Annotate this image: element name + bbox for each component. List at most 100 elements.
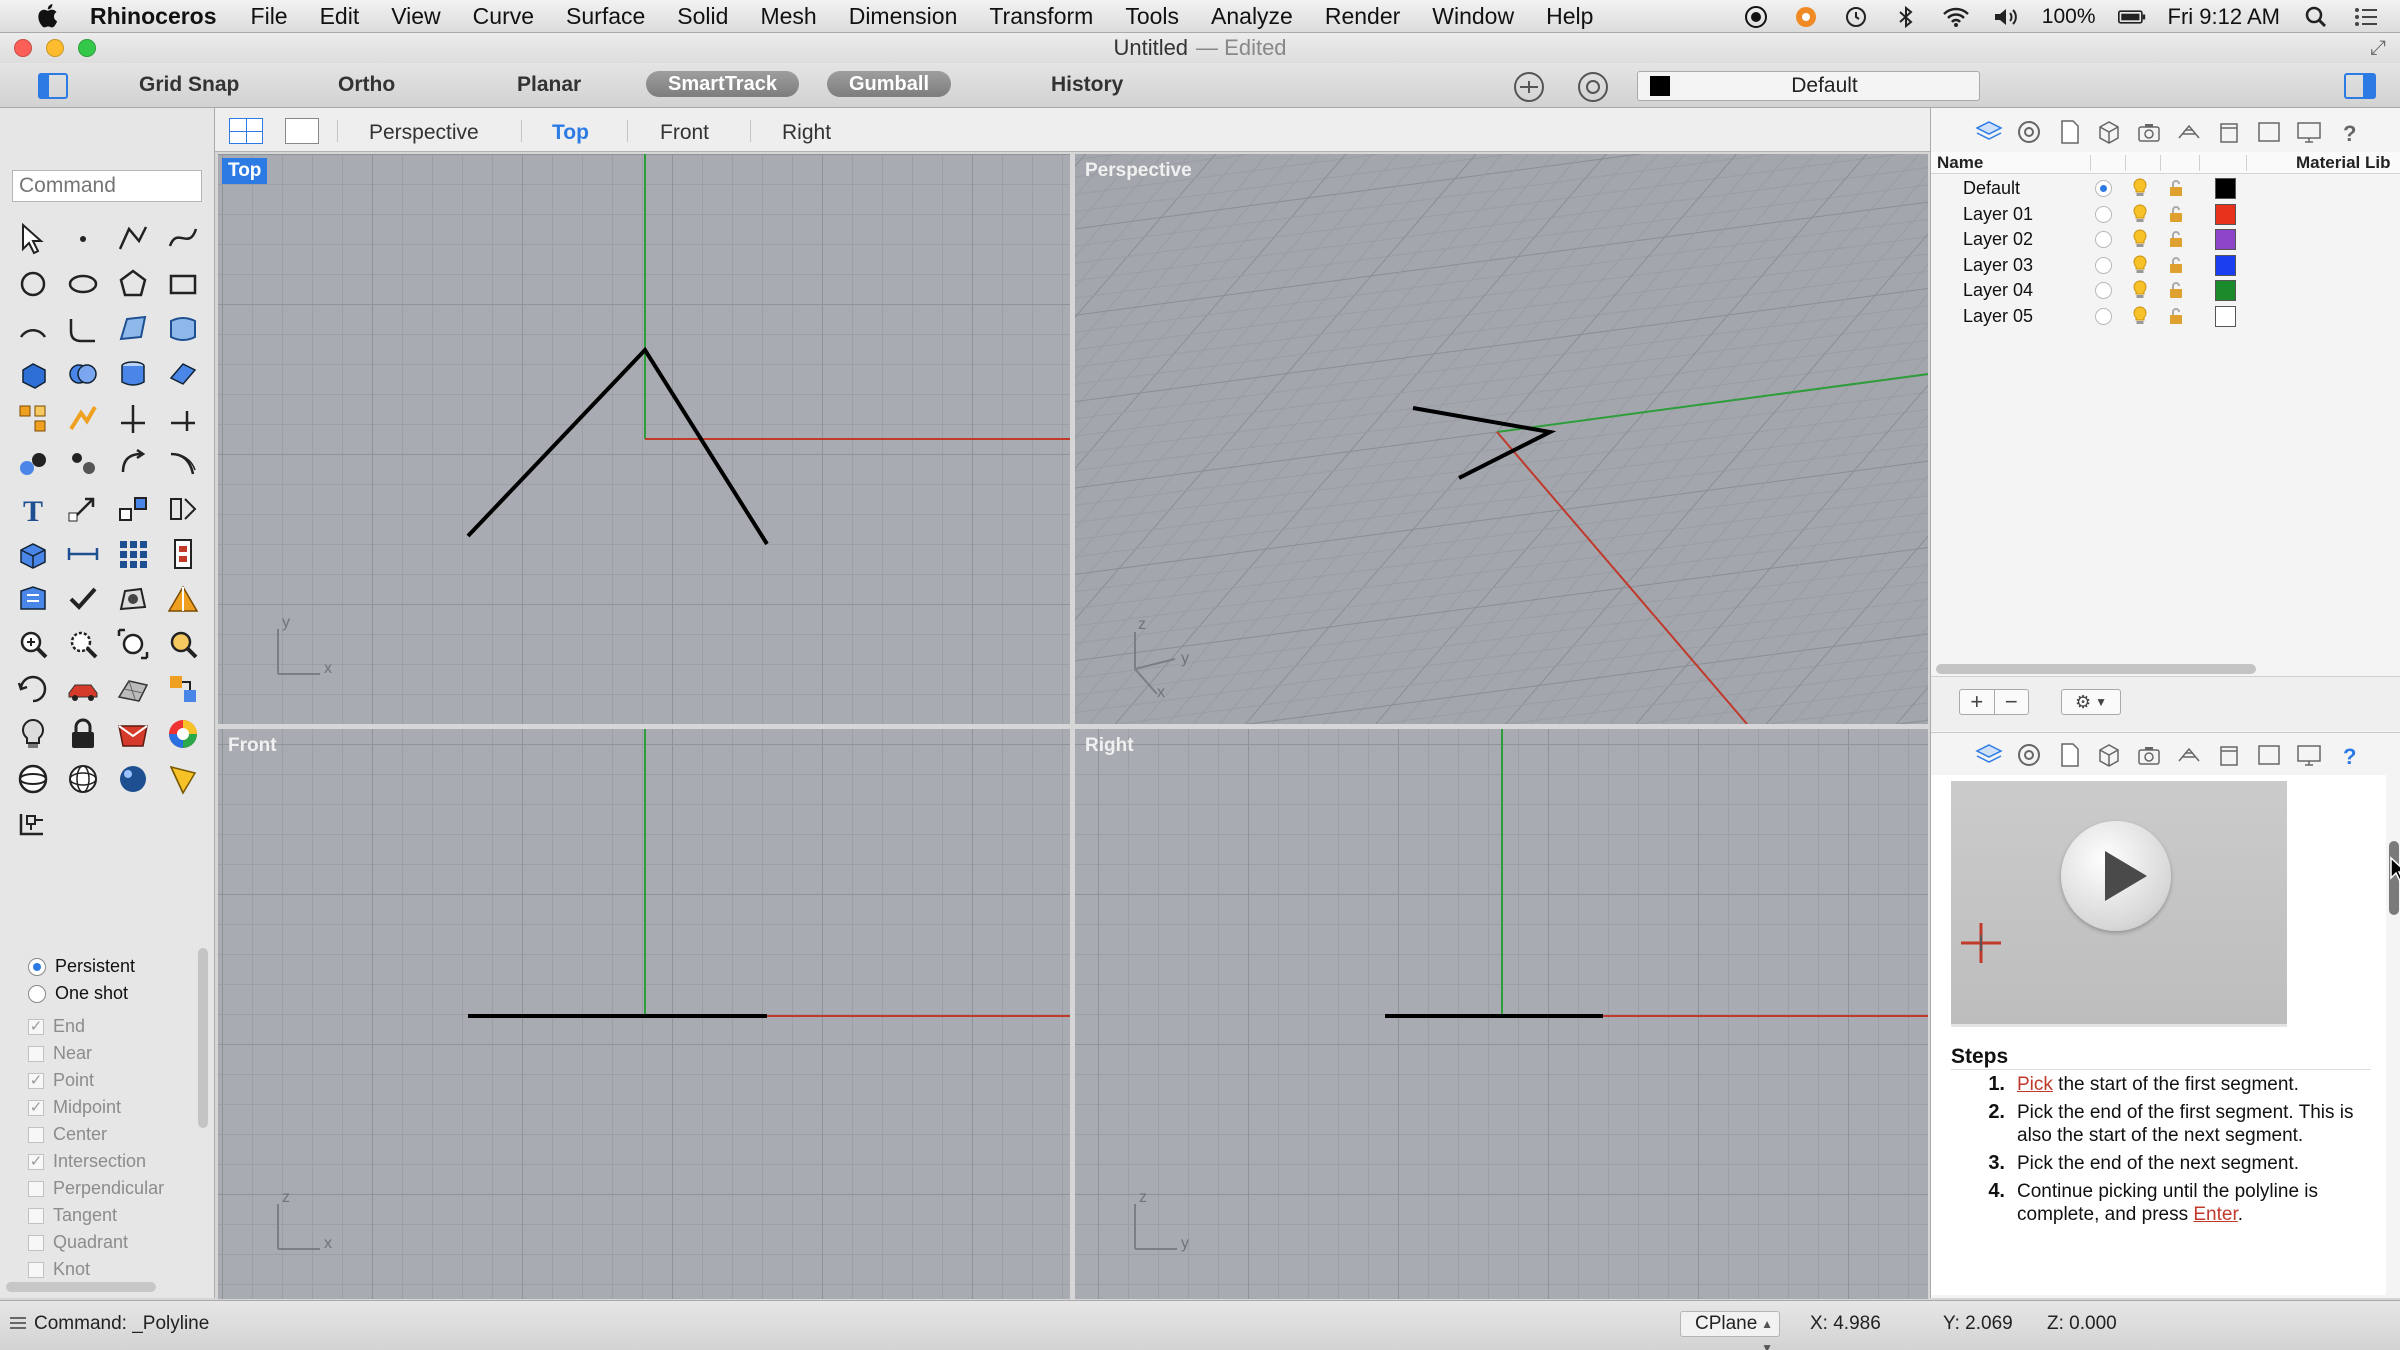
layer-row[interactable]: Layer 03 <box>1931 253 2400 279</box>
ortho-toggle[interactable]: Ortho <box>338 73 395 97</box>
layer-row[interactable]: Layer 01 <box>1931 202 2400 228</box>
surface-from-points-tool-icon[interactable] <box>108 308 158 349</box>
menu-analyze[interactable]: Analyze <box>1211 3 1293 30</box>
layer-options-button[interactable]: ⚙ ▼ <box>2061 689 2121 715</box>
unlock-icon[interactable] <box>2167 179 2185 197</box>
dimension-tool-icon[interactable] <box>58 533 108 574</box>
help-icon[interactable]: ? <box>2331 739 2367 771</box>
command-history-icon[interactable] <box>10 1317 26 1331</box>
box-tool-icon[interactable] <box>8 353 58 394</box>
lightbulb-icon[interactable] <box>2131 229 2149 249</box>
join-tool-icon[interactable] <box>58 398 108 439</box>
current-layer-radio[interactable] <box>2095 231 2112 248</box>
smarttrack-toggle[interactable]: SmartTrack <box>646 71 799 97</box>
current-layer-radio[interactable] <box>2095 307 2112 325</box>
menu-view[interactable]: View <box>391 3 440 30</box>
one-shot-option[interactable]: One shot <box>28 980 198 1007</box>
zoom-extents-tool-icon[interactable] <box>108 623 158 664</box>
viewport-divider[interactable] <box>215 724 1930 729</box>
menu-mesh[interactable]: Mesh <box>760 3 816 30</box>
solid-edit-tool-icon[interactable] <box>8 533 58 574</box>
sphere-tool-icon[interactable] <box>8 758 58 799</box>
camera-icon[interactable] <box>2131 739 2167 771</box>
layer-row[interactable]: Layer 02 <box>1931 227 2400 253</box>
toolbox-horizontal-scrollbar[interactable] <box>6 1282 156 1292</box>
unlock-icon[interactable] <box>2167 256 2185 274</box>
layer-color-swatch[interactable] <box>2215 280 2236 301</box>
osnap-checkbox[interactable] <box>28 1126 44 1143</box>
menu-curve[interactable]: Curve <box>473 3 534 30</box>
layer-name[interactable]: Layer 03 <box>1963 255 2033 276</box>
osnap-checkbox[interactable] <box>28 1180 44 1197</box>
material-tool-icon[interactable] <box>108 713 158 754</box>
layer-color-swatch[interactable] <box>2215 254 2236 276</box>
arc-tool-icon[interactable] <box>8 308 58 349</box>
osnap-checkbox[interactable]: ✓ <box>28 1099 44 1116</box>
orange-app-icon[interactable] <box>1792 4 1820 30</box>
lightbulb-icon[interactable] <box>2131 178 2149 198</box>
fillet-tool-icon[interactable] <box>58 308 108 349</box>
fullscreen-icon[interactable]: ⤢ <box>2370 37 2386 60</box>
array-tool-icon[interactable] <box>108 488 158 529</box>
tab-right[interactable]: Right <box>782 121 831 145</box>
camera-icon[interactable] <box>2131 116 2167 148</box>
move-tool-icon[interactable] <box>58 488 108 529</box>
layer-row[interactable]: Default <box>1931 176 2400 202</box>
sun-icon[interactable] <box>2211 116 2247 148</box>
mirror-tool-icon[interactable] <box>158 488 208 529</box>
osnap-quadrant[interactable]: Quadrant <box>28 1229 198 1256</box>
torus-tool-icon[interactable] <box>58 758 108 799</box>
wifi-icon[interactable] <box>1942 4 1970 30</box>
ellipse-tool-icon[interactable] <box>58 263 108 304</box>
unlock-icon[interactable] <box>2167 230 2185 248</box>
battery-icon[interactable] <box>2117 4 2146 30</box>
add-layer-button[interactable]: + <box>1960 690 1994 714</box>
spotlight-search-icon[interactable] <box>2302 4 2330 30</box>
pick-link[interactable]: Pick <box>2017 1074 2053 1095</box>
explode-tool-icon[interactable] <box>8 398 58 439</box>
split-tool-icon[interactable] <box>108 398 158 439</box>
current-layer-radio[interactable] <box>2095 256 2112 274</box>
filter-icon[interactable] <box>1514 72 1544 102</box>
persistent-option[interactable]: Persistent <box>28 953 198 980</box>
one-shot-radio[interactable] <box>28 984 46 1003</box>
layers-icon[interactable] <box>1971 739 2007 771</box>
four-viewport-layout-icon[interactable] <box>229 118 263 144</box>
zoom-window-tool-icon[interactable] <box>58 623 108 664</box>
menu-transform[interactable]: Transform <box>989 3 1093 30</box>
boolean-union-tool-icon[interactable] <box>58 353 108 394</box>
osnap-tangent[interactable]: Tangent <box>28 1202 198 1229</box>
lights-icon[interactable] <box>2171 116 2207 148</box>
volume-icon[interactable] <box>1992 4 2020 30</box>
right-viewport-label[interactable]: Right <box>1079 733 1140 759</box>
tab-front[interactable]: Front <box>660 121 709 145</box>
sun-icon[interactable] <box>2211 739 2247 771</box>
close-window-button[interactable] <box>14 39 32 57</box>
layer-list-scrollbar[interactable] <box>1936 664 2256 674</box>
car-tool-icon[interactable] <box>58 668 108 709</box>
panel-toggle-icon[interactable] <box>2344 73 2376 99</box>
options-tool-icon[interactable] <box>8 803 58 844</box>
time-machine-icon[interactable] <box>1842 4 1870 30</box>
grid-array-tool-icon[interactable] <box>108 533 158 574</box>
osnap-end[interactable]: ✓ End <box>28 1013 198 1040</box>
loft-tool-icon[interactable] <box>158 308 208 349</box>
layer-name-column[interactable]: Name <box>1937 153 1983 173</box>
render-mesh-tool-icon[interactable] <box>108 668 158 709</box>
osnap-point[interactable]: ✓ Point <box>28 1067 198 1094</box>
osnap-perpendicular[interactable]: Perpendicular <box>28 1175 198 1202</box>
help-icon[interactable]: ? <box>2331 116 2367 148</box>
curve-cp-tool-icon[interactable] <box>158 218 208 259</box>
persistent-radio[interactable] <box>28 957 46 976</box>
menu-tools[interactable]: Tools <box>1125 3 1179 30</box>
apple-icon[interactable] <box>34 3 64 29</box>
circle-tool-icon[interactable] <box>8 263 58 304</box>
current-layer-select[interactable]: Default <box>1637 71 1980 101</box>
rotate-view-tool-icon[interactable] <box>8 668 58 709</box>
menu-file[interactable]: File <box>251 3 288 30</box>
layer-name[interactable]: Layer 02 <box>1963 229 2033 250</box>
point-tool-icon[interactable] <box>58 218 108 259</box>
layout-icon[interactable] <box>2251 116 2287 148</box>
scale-tool-icon[interactable] <box>158 533 208 574</box>
render-shape-tool-icon[interactable] <box>108 578 158 619</box>
